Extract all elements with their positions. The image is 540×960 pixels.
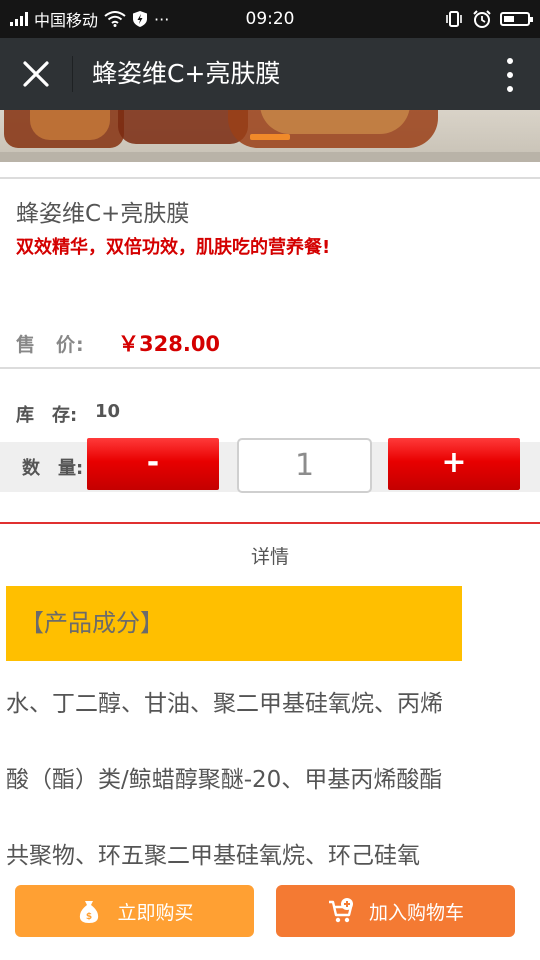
nav-bar: 蜂姿维C+亮肤膜 (0, 38, 540, 110)
vibrate-icon (446, 11, 462, 27)
add-to-cart-button[interactable]: 加入购物车 (276, 885, 515, 937)
battery-icon (500, 12, 533, 26)
status-bar: 中国移动 ··· 09:20 (0, 0, 540, 38)
bottom-action-bar: $ 立即购买 加入购物车 (0, 878, 540, 960)
svg-text:$: $ (86, 912, 92, 922)
page-title: 蜂姿维C+亮肤膜 (92, 59, 281, 88)
status-more: ··· (154, 9, 170, 29)
ingredient-line: 共聚物、环五聚二甲基硅氧烷、环己硅氧 (6, 843, 420, 869)
wifi-icon (104, 11, 126, 27)
ingredient-line: 水、丁二醇、甘油、聚二甲基硅氧烷、丙烯 (6, 691, 443, 717)
add-to-cart-label: 加入购物车 (368, 901, 464, 924)
price-label: 售 价: (16, 334, 85, 356)
shield-icon (133, 11, 148, 27)
product-name: 蜂姿维C+亮肤膜 (16, 201, 190, 227)
divider (0, 177, 540, 179)
carrier-name: 中国移动 (34, 11, 99, 30)
quantity-input[interactable]: 1 (237, 438, 372, 493)
buy-now-button[interactable]: $ 立即购买 (15, 885, 254, 937)
cart-add-icon (328, 898, 353, 923)
detail-heading: 详情 (250, 546, 289, 568)
alarm-icon (473, 10, 491, 28)
ingredient-line: 酸（酯）类/鲸蜡醇聚醚-20、甲基丙烯酸酯 (6, 767, 443, 793)
status-left: 中国移动 ··· (10, 0, 169, 38)
close-icon[interactable] (16, 54, 56, 94)
carousel-indicator (250, 134, 290, 140)
ingredients-tag: 【产品成分】 (6, 586, 462, 661)
more-vertical-icon[interactable] (506, 58, 514, 92)
stock-value: 10 (95, 401, 121, 422)
nav-divider (72, 56, 73, 92)
quantity-label: 数 量: (22, 458, 84, 479)
price-value: ￥328.00 (118, 332, 221, 356)
signal-icon (10, 12, 28, 26)
product-image-carousel[interactable] (0, 110, 540, 162)
money-bag-icon: $ (80, 901, 99, 923)
quantity-stepper: 数 量: - 1 + (0, 438, 540, 493)
divider (0, 367, 540, 369)
status-right (444, 0, 533, 38)
decrease-quantity-button[interactable]: - (87, 438, 219, 490)
stock-label: 库 存: (16, 405, 78, 426)
buy-now-label: 立即购买 (117, 901, 194, 924)
product-slogan: 双效精华，双倍功效，肌肤吃的营养餐! (16, 237, 331, 258)
section-divider (0, 522, 540, 524)
increase-quantity-button[interactable]: + (388, 438, 520, 490)
